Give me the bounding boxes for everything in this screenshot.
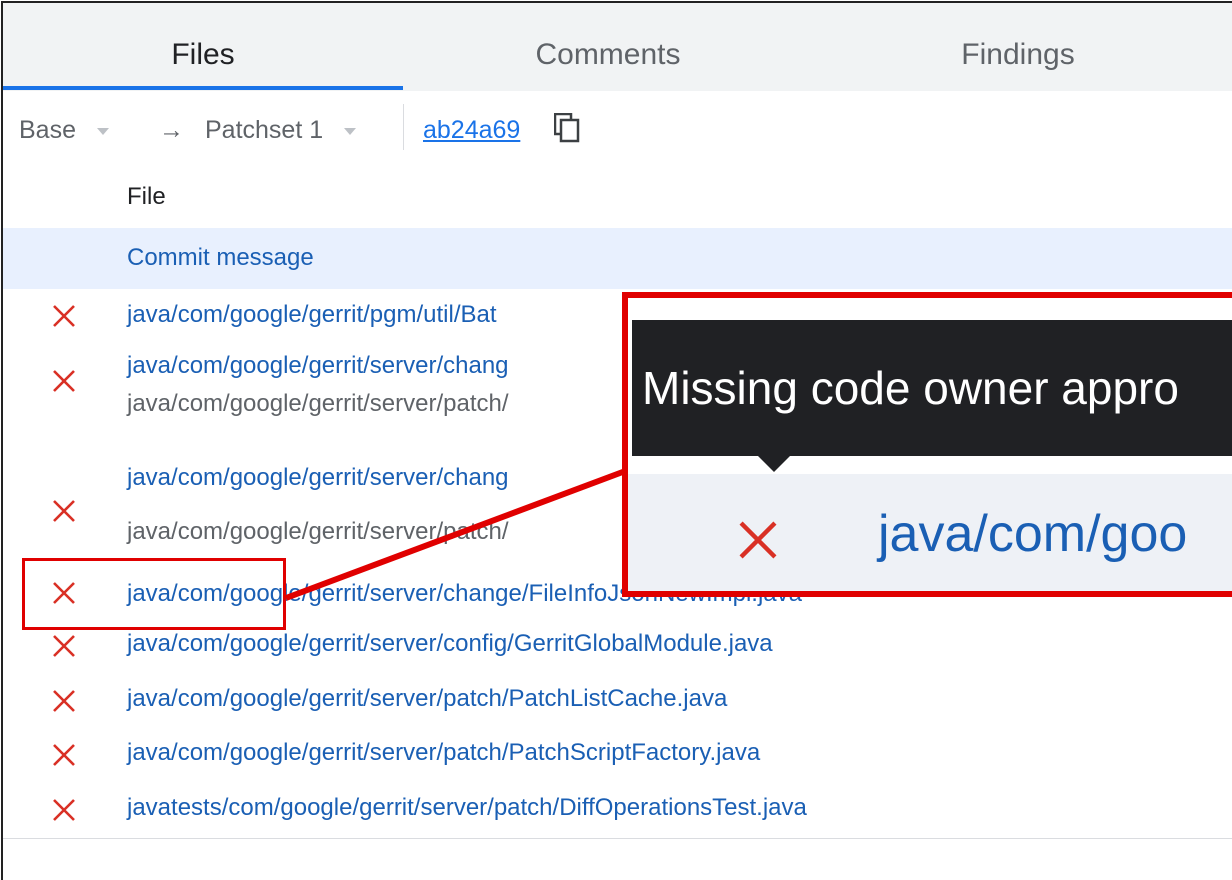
zoomed-file-path: java/com/goo [878,505,1188,563]
tooltip-arrow [758,456,790,472]
close-icon [739,521,777,559]
zoomed-file-row: java/com/goo [628,474,1232,591]
zoom-callout: Missing code owner appro java/com/goo [622,292,1232,597]
tooltip: Missing code owner appro [632,320,1232,456]
